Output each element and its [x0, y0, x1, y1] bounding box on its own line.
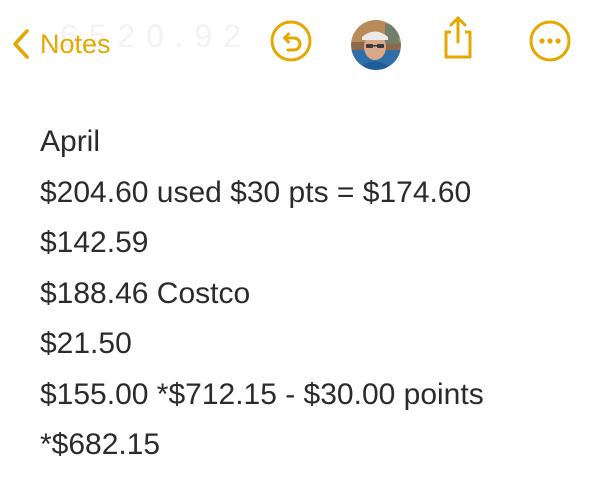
note-line: *$682.15 [40, 428, 161, 461]
share-button[interactable] [435, 16, 481, 62]
note-line: $142.59 [40, 226, 149, 259]
avatar[interactable] [351, 20, 401, 70]
note-body[interactable]: April $204.60 used $30 pts = $174.60 $14… [40, 117, 590, 471]
navigation-bar: 6 5 2 0 . 9 2 Notes [0, 0, 600, 90]
back-button[interactable]: Notes [12, 22, 111, 66]
undo-button[interactable] [268, 20, 314, 66]
chevron-left-icon [12, 28, 30, 60]
share-icon [438, 12, 478, 67]
note-line: $204.60 used $30 pts = $174.60 [40, 175, 472, 209]
note-line: $188.46 Costco [40, 276, 251, 310]
note-line: $21.50 [40, 327, 132, 360]
more-button[interactable] [527, 20, 573, 66]
note-line-title: April [40, 125, 101, 158]
more-icon [528, 19, 572, 68]
back-button-label: Notes [40, 28, 111, 59]
undo-icon [269, 19, 313, 68]
note-line: $155.00 *$712.15 - $30.00 points [40, 377, 484, 411]
